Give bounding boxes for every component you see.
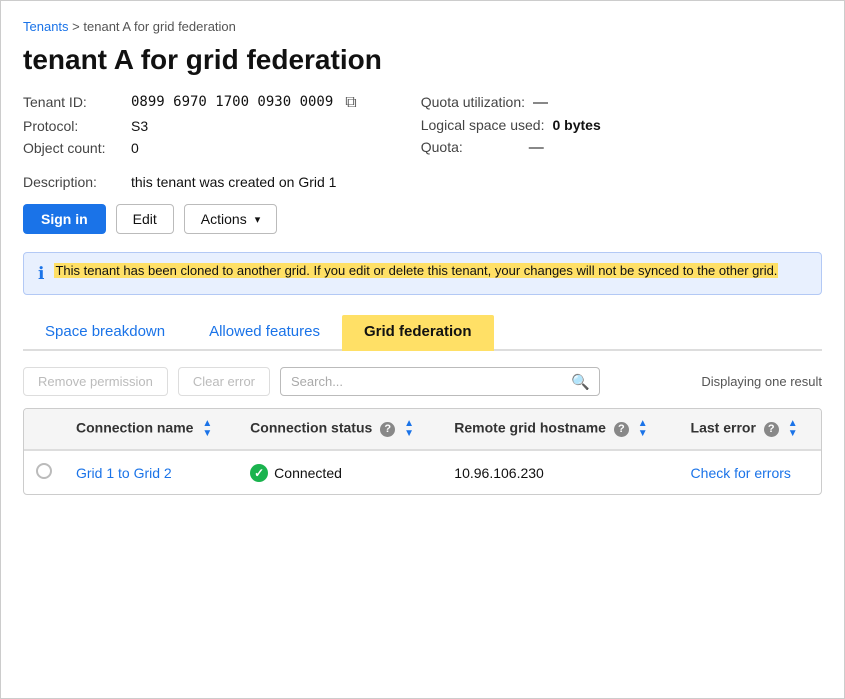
table-header: Connection name ▲ ▼ Connection status ? … (24, 409, 821, 450)
sort-down-icon: ▼ (788, 429, 798, 439)
th-connection-name-label: Connection name (76, 420, 193, 436)
quota-util-value: — (533, 94, 548, 111)
remove-permission-button[interactable]: Remove permission (23, 367, 168, 396)
row-radio-cell[interactable] (24, 450, 64, 494)
object-count-row: Object count: 0 (23, 140, 361, 156)
th-last-error-label: Last error (691, 420, 756, 436)
copy-tenant-id-button[interactable]: ⧉ (341, 94, 360, 112)
th-remote-grid-hostname: Remote grid hostname ? ▲ ▼ (442, 409, 678, 450)
th-connection-status-label: Connection status (250, 420, 372, 436)
row-connection-name-cell: Grid 1 to Grid 2 (64, 450, 238, 494)
tenant-id-row: Tenant ID: 0899 6970 1700 0930 0009 ⧉ (23, 94, 361, 112)
description-label: Description: (23, 174, 123, 190)
breadcrumb-current: tenant A for grid federation (83, 19, 236, 34)
logical-space-value: 0 bytes (553, 117, 601, 133)
breadcrumb: Tenants > tenant A for grid federation (23, 19, 822, 34)
info-text: This tenant has been cloned to another g… (54, 263, 778, 278)
connection-status-text: Connected (274, 465, 342, 481)
protocol-value: S3 (131, 118, 148, 134)
toolbar: Remove permission Clear error 🔍 Displayi… (23, 367, 822, 396)
object-count-label: Object count: (23, 140, 123, 156)
search-wrapper: 🔍 (280, 367, 600, 396)
quota-row: Quota: — (421, 139, 601, 156)
tenant-id-value: 0899 6970 1700 0930 0009 (131, 94, 333, 110)
th-radio (24, 409, 64, 450)
protocol-row: Protocol: S3 (23, 118, 361, 134)
search-input[interactable] (280, 367, 600, 396)
sort-down-icon: ▼ (202, 429, 212, 439)
action-buttons: Sign in Edit Actions ▾ (23, 204, 822, 234)
actions-chevron-icon: ▾ (255, 213, 261, 226)
quota-value: — (529, 139, 544, 156)
quota-label: Quota: (421, 139, 521, 155)
check-for-errors-link[interactable]: Check for errors (691, 465, 791, 481)
row-last-error-cell: Check for errors (679, 450, 821, 494)
details-right: Quota utilization: — Logical space used:… (421, 94, 601, 156)
breadcrumb-separator: > (72, 19, 80, 34)
remote-grid-hostname-value: 10.96.106.230 (454, 465, 544, 481)
info-banner: ℹ This tenant has been cloned to another… (23, 252, 822, 295)
table-body: Grid 1 to Grid 2 ✓ Connected 10.96.106.2… (24, 450, 821, 494)
last-error-help-icon[interactable]: ? (764, 422, 779, 437)
actions-label: Actions (201, 211, 247, 227)
table-wrapper: Connection name ▲ ▼ Connection status ? … (23, 408, 822, 495)
th-connection-status: Connection status ? ▲ ▼ (238, 409, 442, 450)
details-left: Tenant ID: 0899 6970 1700 0930 0009 ⧉ Pr… (23, 94, 361, 156)
breadcrumb-parent-link[interactable]: Tenants (23, 19, 69, 34)
th-last-error-sort[interactable]: ▲ ▼ (788, 419, 798, 439)
grid-federation-table: Connection name ▲ ▼ Connection status ? … (24, 409, 821, 494)
actions-button[interactable]: Actions ▾ (184, 204, 277, 234)
quota-util-label: Quota utilization: (421, 94, 525, 110)
info-text-highlighted: This tenant has been cloned to another g… (54, 263, 778, 278)
table-row: Grid 1 to Grid 2 ✓ Connected 10.96.106.2… (24, 450, 821, 494)
connection-status-help-icon[interactable]: ? (380, 422, 395, 437)
th-remote-grid-hostname-label: Remote grid hostname (454, 420, 606, 436)
connected-check-icon: ✓ (250, 464, 268, 482)
info-icon: ℹ (38, 264, 44, 284)
page-title: tenant A for grid federation (23, 44, 822, 76)
row-radio-button[interactable] (36, 463, 52, 479)
logical-space-label: Logical space used: (421, 117, 545, 133)
row-connection-status-cell: ✓ Connected (238, 450, 442, 494)
th-remote-grid-sort[interactable]: ▲ ▼ (638, 419, 648, 439)
logical-space-row: Logical space used: 0 bytes (421, 117, 601, 133)
row-remote-grid-hostname-cell: 10.96.106.230 (442, 450, 678, 494)
th-connection-name: Connection name ▲ ▼ (64, 409, 238, 450)
sort-down-icon: ▼ (404, 429, 414, 439)
description-value: this tenant was created on Grid 1 (131, 174, 336, 190)
tab-grid-federation[interactable]: Grid federation (342, 315, 494, 351)
protocol-label: Protocol: (23, 118, 123, 134)
tab-allowed-features[interactable]: Allowed features (187, 315, 342, 351)
th-last-error: Last error ? ▲ ▼ (679, 409, 821, 450)
copy-icon: ⧉ (345, 94, 356, 111)
edit-button[interactable]: Edit (116, 204, 174, 234)
tenant-id-label: Tenant ID: (23, 94, 123, 110)
table-header-row: Connection name ▲ ▼ Connection status ? … (24, 409, 821, 450)
description-row: Description: this tenant was created on … (23, 174, 822, 190)
sign-in-button[interactable]: Sign in (23, 204, 106, 234)
quota-util-row: Quota utilization: — (421, 94, 601, 111)
result-count: Displaying one result (701, 374, 822, 389)
tab-space-breakdown[interactable]: Space breakdown (23, 315, 187, 351)
details-section: Tenant ID: 0899 6970 1700 0930 0009 ⧉ Pr… (23, 94, 822, 156)
connection-name-link[interactable]: Grid 1 to Grid 2 (76, 465, 172, 481)
tabs: Space breakdown Allowed features Grid fe… (23, 315, 822, 351)
th-connection-status-sort[interactable]: ▲ ▼ (404, 419, 414, 439)
connection-status: ✓ Connected (250, 464, 430, 482)
th-connection-name-sort[interactable]: ▲ ▼ (202, 419, 212, 439)
object-count-value: 0 (131, 140, 139, 156)
sort-down-icon: ▼ (638, 429, 648, 439)
remote-grid-hostname-help-icon[interactable]: ? (614, 422, 629, 437)
clear-error-button[interactable]: Clear error (178, 367, 270, 396)
